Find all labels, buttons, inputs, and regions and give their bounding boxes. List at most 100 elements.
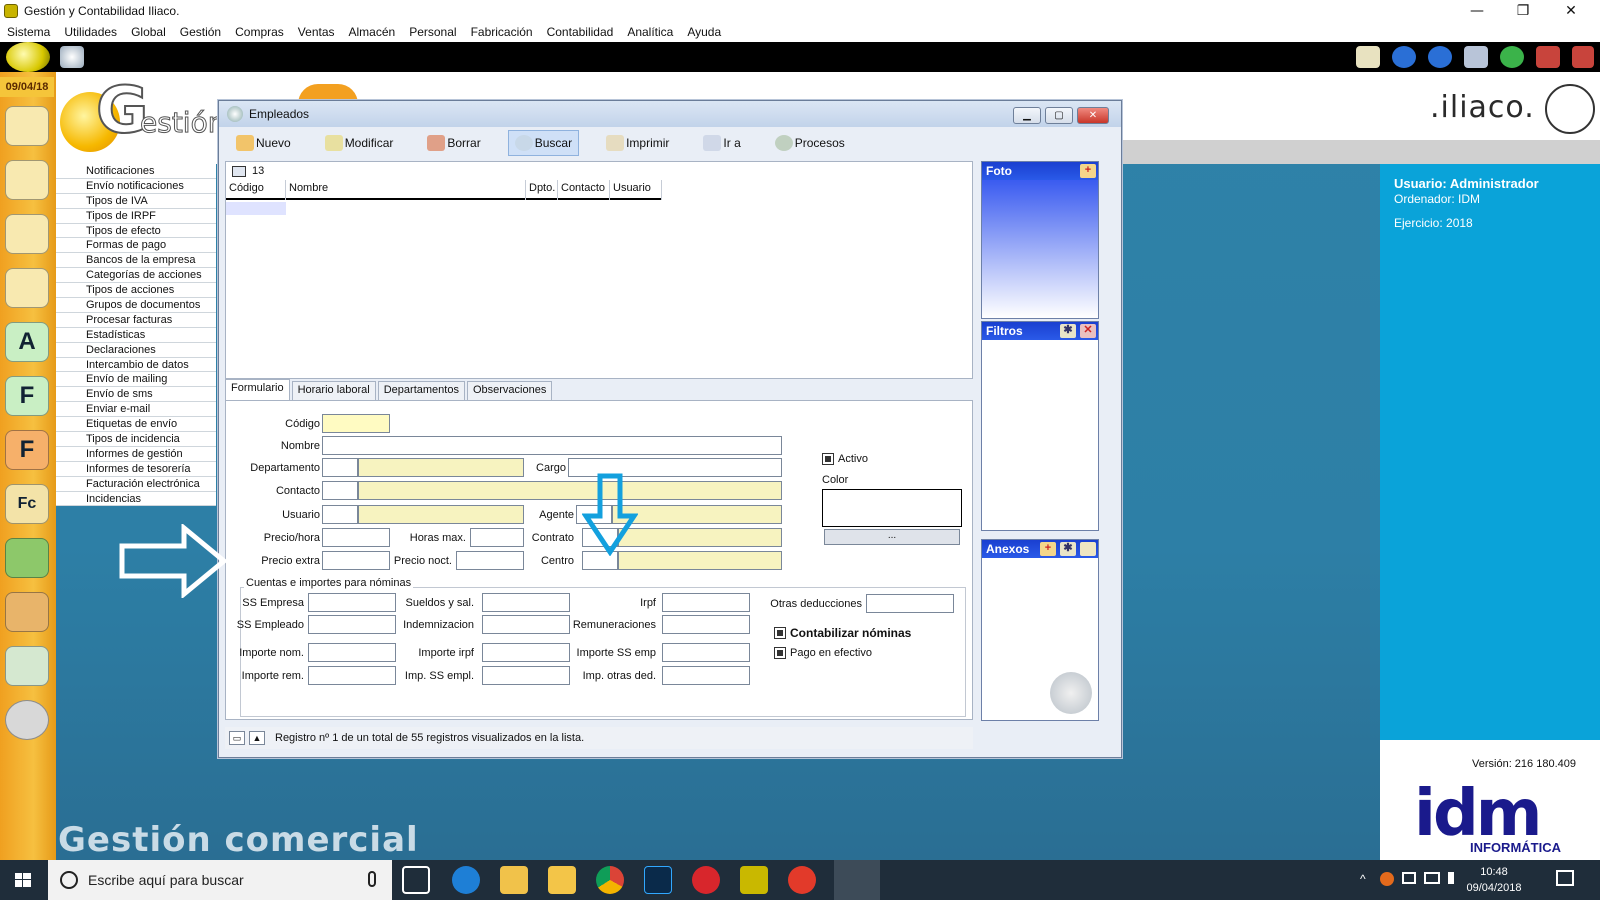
mail-icon[interactable] [1356, 46, 1380, 68]
status-up-icon[interactable]: ▲ [249, 731, 265, 745]
menu-personal[interactable]: Personal [409, 25, 456, 39]
imp-otras-ded-input[interactable] [662, 666, 750, 685]
sueldos-input[interactable] [482, 593, 570, 612]
pago-efectivo-checkbox[interactable] [774, 647, 786, 659]
firefox-like-icon[interactable] [788, 866, 816, 894]
active-gestion-app-icon[interactable] [834, 860, 880, 900]
remuneraciones-input[interactable] [662, 615, 750, 634]
column-codigo[interactable]: Código [226, 180, 286, 200]
letter-f-icon[interactable]: F [5, 376, 49, 416]
sidebar-item-incidencias[interactable]: Incidencias [56, 492, 216, 507]
windows-list-icon[interactable] [1464, 46, 1488, 68]
irpf-input[interactable] [662, 593, 750, 612]
procesos-button[interactable]: Procesos [768, 130, 852, 156]
letter-f-orange-icon[interactable]: F [5, 430, 49, 470]
tools-disc-icon[interactable] [5, 700, 49, 740]
close-all-icon[interactable] [1572, 46, 1594, 68]
column-usuario[interactable]: Usuario [610, 180, 662, 200]
color-swatch[interactable] [822, 489, 962, 527]
sidebar-item-tipos-efecto[interactable]: Tipos de efecto [56, 224, 216, 239]
contabilizar-nominas-checkbox[interactable] [774, 627, 786, 639]
importe-irpf-input[interactable] [482, 643, 570, 662]
usuario-code-input[interactable] [322, 505, 358, 524]
sidebar-item-intercambio-datos[interactable]: Intercambio de datos [56, 358, 216, 373]
menu-almacen[interactable]: Almacén [349, 25, 396, 39]
edge-browser-icon[interactable] [452, 866, 480, 894]
horas-max-input[interactable] [470, 528, 524, 547]
sidebar-item-estadisticas[interactable]: Estadísticas [56, 328, 216, 343]
menu-sistema[interactable]: Sistema [7, 25, 50, 39]
task-view-icon[interactable] [402, 866, 430, 894]
user-p-icon[interactable] [5, 214, 49, 254]
precio-hora-input[interactable] [322, 528, 390, 547]
menu-contabilidad[interactable]: Contabilidad [547, 25, 614, 39]
buscar-button[interactable]: Buscar [507, 130, 580, 156]
column-dpto[interactable]: Dpto. [526, 180, 558, 200]
sidebar-item-envio-sms[interactable]: Envío de sms [56, 387, 216, 403]
forward-arrow-icon[interactable] [1428, 46, 1452, 68]
sidebar-item-envio-notificaciones[interactable]: Envío notificaciones [56, 179, 216, 194]
network-icon[interactable] [1424, 872, 1440, 884]
menu-ventas[interactable]: Ventas [298, 25, 335, 39]
help-icon[interactable] [1500, 46, 1524, 68]
imp-ss-empl-input[interactable] [482, 666, 570, 685]
codigo-input[interactable] [322, 414, 390, 433]
dialog-maximize-button[interactable]: ▢ [1045, 107, 1073, 124]
volume-icon[interactable] [1448, 872, 1462, 884]
photo-area[interactable] [982, 180, 1098, 318]
otras-deducciones-input[interactable] [866, 594, 954, 613]
tray-chevron-icon[interactable]: ^ [1360, 872, 1366, 886]
sidebar-item-procesar-facturas[interactable]: Procesar facturas [56, 313, 216, 328]
nuevo-button[interactable]: Nuevo [229, 130, 298, 156]
photoshop-icon[interactable] [644, 866, 672, 894]
importe-nom-input[interactable] [308, 643, 396, 662]
sidebar-item-categorias-acciones[interactable]: Categorías de acciones [56, 268, 216, 284]
menu-compras[interactable]: Compras [235, 25, 284, 39]
filter-remove-icon[interactable]: ✕ [1080, 324, 1096, 338]
column-contacto[interactable]: Contacto [558, 180, 610, 200]
tray-app-icon[interactable] [1380, 872, 1394, 886]
borrar-button[interactable]: Borrar [420, 130, 487, 156]
precio-extra-input[interactable] [322, 551, 390, 570]
tab-horario-laboral[interactable]: Horario laboral [291, 381, 376, 401]
home-orb-icon[interactable] [6, 42, 50, 72]
window-close-button[interactable]: ✕ [1548, 0, 1594, 22]
color-picker-button[interactable]: ... [824, 529, 960, 545]
window-maximize-button[interactable]: ❐ [1500, 0, 1546, 22]
sidebar-item-tipos-iva[interactable]: Tipos de IVA [56, 194, 216, 209]
precio-noct-input[interactable] [456, 551, 524, 570]
user-a-icon[interactable] [5, 268, 49, 308]
status-folder-icon[interactable]: ▭ [229, 731, 245, 745]
menu-global[interactable]: Global [131, 25, 166, 39]
sidebar-item-informes-tesoreria[interactable]: Informes de tesorería [56, 462, 216, 477]
sidebar-item-bancos-empresa[interactable]: Bancos de la empresa [56, 253, 216, 269]
imprimir-button[interactable]: Imprimir [599, 130, 676, 156]
grid-selected-row[interactable] [226, 202, 286, 215]
tab-formulario[interactable]: Formulario [225, 379, 290, 401]
importe-ss-emp-input[interactable] [662, 643, 750, 662]
column-nombre[interactable]: Nombre [286, 180, 526, 200]
shopping-bag-orange-icon[interactable] [5, 592, 49, 632]
sidebar-item-declaraciones[interactable]: Declaraciones [56, 343, 216, 358]
back-arrow-icon[interactable] [1392, 46, 1416, 68]
users-group-icon[interactable] [5, 106, 49, 146]
nombre-input[interactable] [322, 436, 782, 455]
contacto-code-input[interactable] [322, 481, 358, 500]
chrome-icon[interactable] [596, 866, 624, 894]
shopping-bag-green-icon[interactable] [5, 538, 49, 578]
iliaco-app-icon[interactable] [740, 866, 768, 894]
ss-empleado-input[interactable] [308, 615, 396, 634]
anexo-tools-icon[interactable]: ✱ [1060, 542, 1076, 556]
user-icon[interactable] [5, 160, 49, 200]
anexo-add-icon[interactable]: + [1040, 542, 1056, 556]
sidebar-item-tipos-irpf[interactable]: Tipos de IRPF [56, 209, 216, 224]
sidebar-item-grupos-documentos[interactable]: Grupos de documentos [56, 298, 216, 313]
add-photo-icon[interactable]: + [1080, 164, 1096, 178]
ledger-icon[interactable] [5, 646, 49, 686]
sidebar-item-facturacion-electronica[interactable]: Facturación electrónica [56, 477, 216, 492]
notifications-icon[interactable] [1556, 870, 1574, 886]
dialog-minimize-button[interactable]: ▁ [1013, 107, 1041, 124]
dropbox-icon[interactable] [1402, 872, 1416, 884]
menu-gestion[interactable]: Gestión [180, 25, 221, 39]
sidebar-item-informes-gestion[interactable]: Informes de gestión [56, 447, 216, 462]
